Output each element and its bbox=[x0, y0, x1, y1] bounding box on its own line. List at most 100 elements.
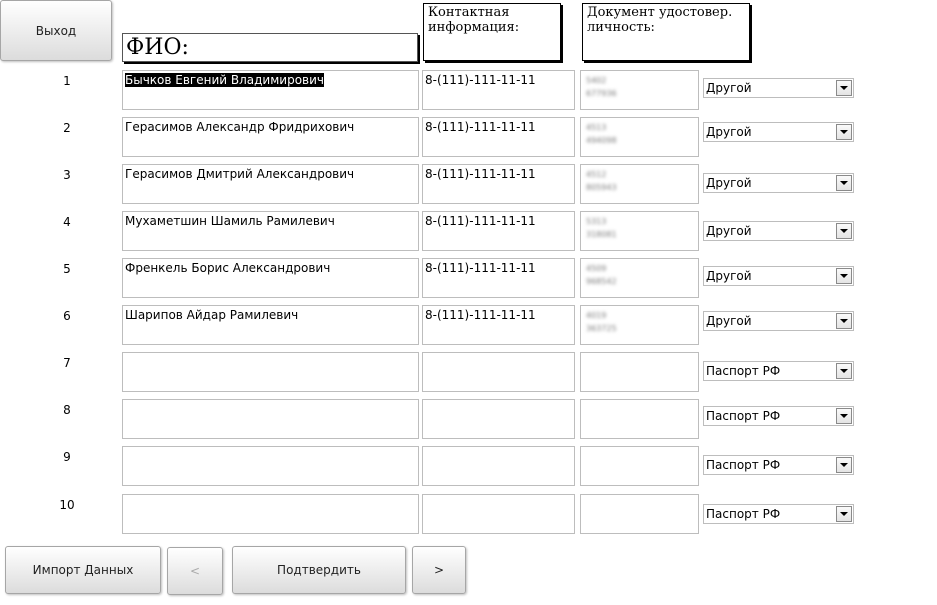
document-type-select[interactable]: Другой bbox=[703, 122, 854, 142]
document-type-value: Паспорт РФ bbox=[706, 458, 781, 472]
document-field[interactable]: 5313 318081 bbox=[580, 211, 699, 251]
fio-field[interactable] bbox=[122, 494, 419, 534]
document-field[interactable]: 4019 363725 bbox=[580, 305, 699, 345]
fio-field[interactable]: Бычков Евгений Владимирович bbox=[122, 70, 419, 110]
contact-value: 8-(111)-111-11-11 bbox=[425, 167, 536, 181]
chevron-down-icon[interactable] bbox=[836, 457, 852, 473]
contact-field[interactable] bbox=[422, 399, 575, 439]
document-type-select[interactable]: Другой bbox=[703, 78, 854, 98]
document-series: 4513 bbox=[586, 123, 607, 132]
next-page-button[interactable]: > bbox=[412, 546, 466, 594]
chevron-down-icon[interactable] bbox=[836, 223, 852, 239]
fio-value: Мухаметшин Шамиль Рамилевич bbox=[125, 214, 335, 228]
contact-value: 8-(111)-111-11-11 bbox=[425, 73, 536, 87]
row-number: 1 bbox=[63, 74, 71, 88]
import-data-button[interactable]: Импорт Данных bbox=[5, 546, 161, 594]
fio-value: Герасимов Дмитрий Александрович bbox=[125, 167, 355, 181]
row-number: 3 bbox=[63, 168, 71, 182]
fio-field[interactable] bbox=[122, 446, 419, 486]
fio-field[interactable]: Герасимов Дмитрий Александрович bbox=[122, 164, 419, 204]
fio-field[interactable]: Мухаметшин Шамиль Рамилевич bbox=[122, 211, 419, 251]
document-field[interactable]: 4513 494098 bbox=[580, 117, 699, 157]
fio-value: Бычков Евгений Владимирович bbox=[125, 73, 324, 87]
document-type-select[interactable]: Другой bbox=[703, 266, 854, 286]
fio-value: Френкель Борис Александрович bbox=[125, 261, 331, 275]
chevron-down-icon[interactable] bbox=[836, 363, 852, 379]
fio-field[interactable]: Френкель Борис Александрович bbox=[122, 258, 419, 298]
document-type-select[interactable]: Другой bbox=[703, 221, 854, 241]
document-field[interactable] bbox=[580, 399, 699, 439]
fio-field[interactable]: Шарипов Айдар Рамилевич bbox=[122, 305, 419, 345]
document-type-value: Другой bbox=[706, 314, 752, 328]
document-type-value: Другой bbox=[706, 269, 752, 283]
document-field[interactable] bbox=[580, 352, 699, 392]
document-series: 4509 bbox=[586, 264, 607, 273]
contact-value: 8-(111)-111-11-11 bbox=[425, 214, 536, 228]
chevron-down-icon[interactable] bbox=[836, 408, 852, 424]
document-type-value: Другой bbox=[706, 81, 752, 95]
row-number: 2 bbox=[63, 121, 71, 135]
fio-field[interactable] bbox=[122, 399, 419, 439]
document-number: 494098 bbox=[586, 136, 617, 145]
contact-field[interactable]: 8-(111)-111-11-11 bbox=[422, 117, 575, 157]
document-field[interactable] bbox=[580, 446, 699, 486]
document-number: 805943 bbox=[586, 183, 617, 192]
chevron-down-icon[interactable] bbox=[836, 506, 852, 522]
document-number: 363725 bbox=[586, 324, 617, 333]
document-field[interactable]: 4509 968542 bbox=[580, 258, 699, 298]
document-type-value: Паспорт РФ bbox=[706, 409, 781, 423]
document-type-select[interactable]: Паспорт РФ bbox=[703, 455, 854, 475]
contact-field[interactable]: 8-(111)-111-11-11 bbox=[422, 211, 575, 251]
fio-value: Герасимов Александр Фридрихович bbox=[125, 120, 355, 134]
document-type-value: Паспорт РФ bbox=[706, 507, 781, 521]
document-type-value: Паспорт РФ bbox=[706, 364, 781, 378]
fio-field[interactable] bbox=[122, 352, 419, 392]
document-type-select[interactable]: Паспорт РФ bbox=[703, 361, 854, 381]
document-number: 318081 bbox=[586, 230, 617, 239]
chevron-down-icon[interactable] bbox=[836, 313, 852, 329]
exit-button[interactable]: Выход bbox=[0, 0, 112, 61]
chevron-down-icon[interactable] bbox=[836, 124, 852, 140]
document-type-select[interactable]: Другой bbox=[703, 173, 854, 193]
document-series: 5313 bbox=[586, 217, 607, 226]
row-number: 5 bbox=[63, 262, 71, 276]
chevron-down-icon[interactable] bbox=[836, 175, 852, 191]
document-field[interactable]: 4512 805943 bbox=[580, 164, 699, 204]
confirm-button[interactable]: Подтвердить bbox=[232, 546, 406, 594]
contact-field[interactable]: 8-(111)-111-11-11 bbox=[422, 258, 575, 298]
fio-value: Шарипов Айдар Рамилевич bbox=[125, 308, 299, 322]
contact-header: Контактная информация: bbox=[423, 3, 561, 61]
document-series: 4019 bbox=[586, 311, 607, 320]
contact-field[interactable]: 8-(111)-111-11-11 bbox=[422, 70, 575, 110]
fio-field[interactable]: Герасимов Александр Фридрихович bbox=[122, 117, 419, 157]
row-number: 10 bbox=[59, 498, 75, 512]
document-type-select[interactable]: Паспорт РФ bbox=[703, 406, 854, 426]
contact-field[interactable]: 8-(111)-111-11-11 bbox=[422, 164, 575, 204]
contact-field[interactable] bbox=[422, 352, 575, 392]
row-number: 4 bbox=[63, 215, 71, 229]
contact-value: 8-(111)-111-11-11 bbox=[425, 120, 536, 134]
contact-field[interactable] bbox=[422, 446, 575, 486]
row-number: 6 bbox=[63, 309, 71, 323]
document-field[interactable] bbox=[580, 494, 699, 534]
row-number: 8 bbox=[63, 403, 71, 417]
document-type-select[interactable]: Паспорт РФ bbox=[703, 504, 854, 524]
document-type-select[interactable]: Другой bbox=[703, 311, 854, 331]
contact-field[interactable] bbox=[422, 494, 575, 534]
document-type-value: Другой bbox=[706, 125, 752, 139]
document-type-value: Другой bbox=[706, 176, 752, 190]
fio-header: ФИО: bbox=[122, 33, 418, 62]
document-field[interactable]: 5402 677936 bbox=[580, 70, 699, 110]
document-number: 677936 bbox=[586, 89, 617, 98]
contact-field[interactable]: 8-(111)-111-11-11 bbox=[422, 305, 575, 345]
row-number: 9 bbox=[63, 450, 71, 464]
chevron-down-icon[interactable] bbox=[836, 268, 852, 284]
document-number: 968542 bbox=[586, 277, 617, 286]
chevron-down-icon[interactable] bbox=[836, 80, 852, 96]
row-number: 7 bbox=[63, 356, 71, 370]
contact-value: 8-(111)-111-11-11 bbox=[425, 308, 536, 322]
document-header: Документ удостовер. личность: bbox=[582, 3, 750, 61]
document-type-value: Другой bbox=[706, 224, 752, 238]
document-series: 4512 bbox=[586, 170, 607, 179]
prev-page-button[interactable]: < bbox=[167, 547, 223, 595]
